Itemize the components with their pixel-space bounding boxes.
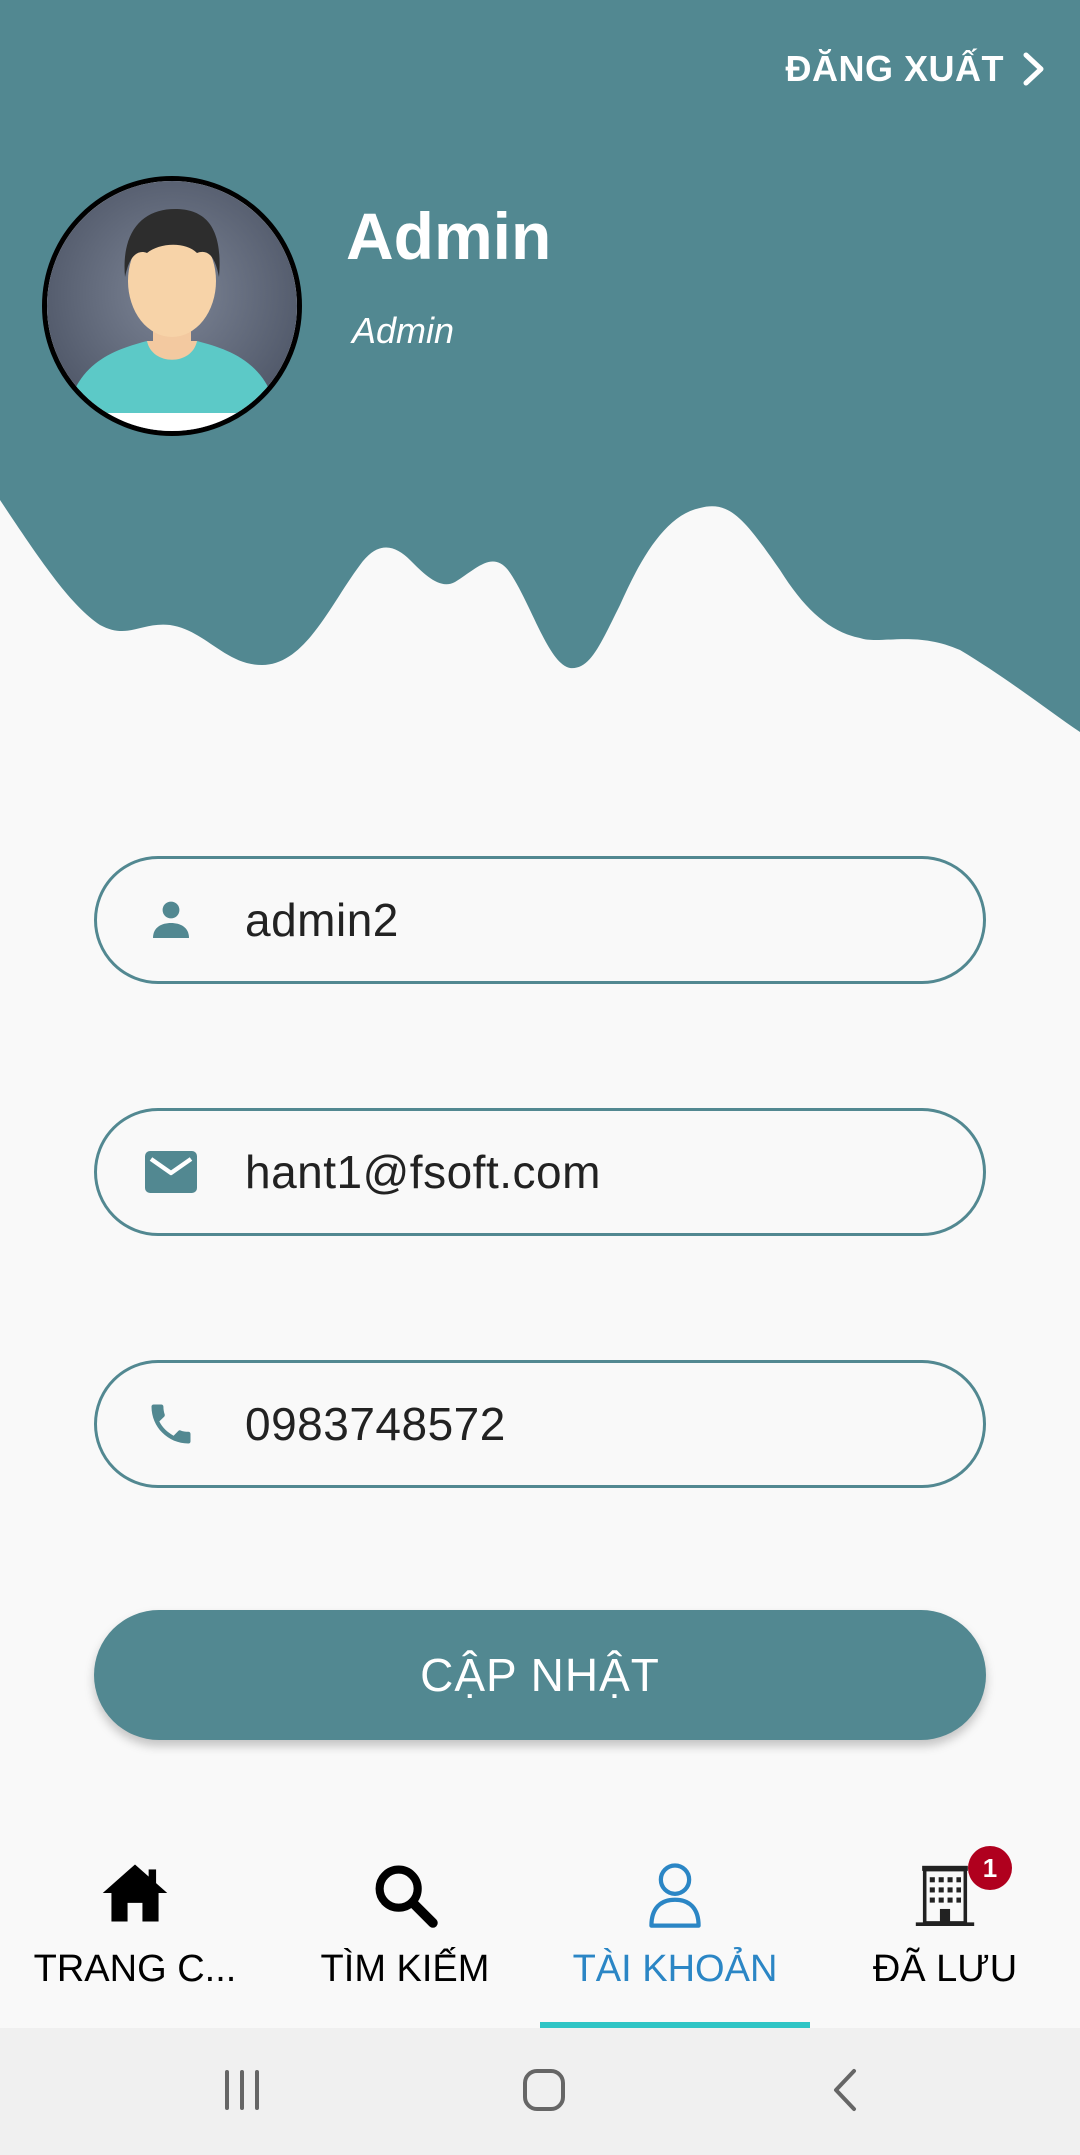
user-role: Admin [352,310,455,351]
home-icon [0,1862,270,1924]
bottom-nav: TRANG C... TÌM KIẾM TÀI KHOẢN 1 ĐÃ LƯU [0,1836,1080,2028]
update-button[interactable]: CẬP NHẬT [94,1610,986,1740]
building-icon [810,1862,1080,1928]
mail-icon [97,1149,245,1195]
email-value: hant1@fsoft.com [245,1146,601,1198]
logout-label: ĐĂNG XUẤT [785,48,1004,89]
logout-button[interactable]: ĐĂNG XUẤT [786,48,1047,90]
search-icon [270,1862,540,1928]
avatar [42,176,302,436]
username-field[interactable]: admin2 [94,856,986,984]
nav-label-account: TÀI KHOẢN [572,1948,778,1990]
phone-field[interactable]: 0983748572 [94,1360,986,1488]
nav-label-search: TÌM KIẾM [320,1948,490,1990]
phone-icon [97,1398,245,1450]
username-value: admin2 [245,894,399,946]
chevron-right-icon [1023,52,1044,86]
nav-item-account[interactable]: TÀI KHOẢN [540,1836,810,2028]
nav-item-search[interactable]: TÌM KIẾM [270,1836,540,2028]
phone-value: 0983748572 [245,1398,506,1450]
saved-count-badge: 1 [968,1846,1012,1890]
back-icon[interactable] [822,2066,870,2114]
user-name: Admin [346,199,552,273]
home-circle-icon[interactable] [520,2066,568,2114]
person-icon [97,896,245,944]
email-field[interactable]: hant1@fsoft.com [94,1108,986,1236]
nav-item-saved[interactable]: 1 ĐÃ LƯU [810,1836,1080,2028]
recent-apps-icon[interactable] [218,2066,266,2114]
nav-item-home[interactable]: TRANG C... [0,1836,270,2028]
nav-label-saved: ĐÃ LƯU [872,1948,1018,1990]
system-nav-bar [0,2028,1080,2155]
nav-label-home: TRANG C... [33,1948,237,1990]
account-icon [540,1862,810,1928]
